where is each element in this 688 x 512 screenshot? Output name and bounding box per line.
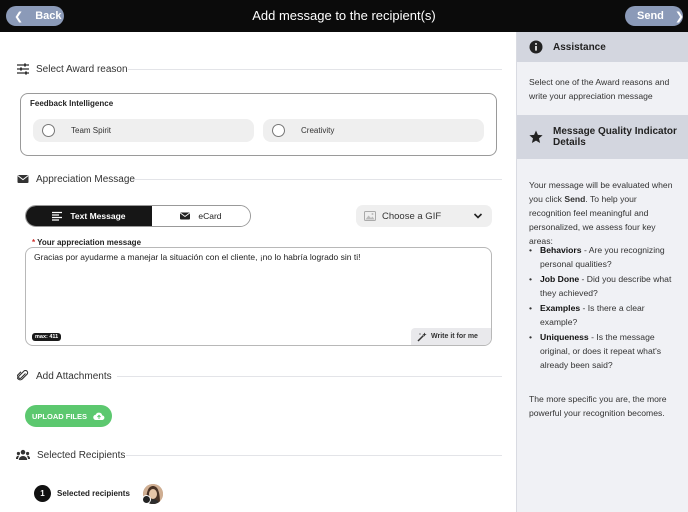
page-title: Add message to the recipient(s)	[252, 8, 436, 23]
assistance-header: Assistance	[517, 32, 688, 62]
image-icon	[364, 211, 376, 221]
upload-files-button[interactable]: UPLOAD FILES	[25, 405, 112, 427]
assistance-text: Select one of the Award reasons and writ…	[529, 77, 670, 101]
gif-dropdown[interactable]: Choose a GIF	[356, 205, 492, 227]
magic-wand-icon	[417, 332, 427, 342]
radio-button[interactable]	[272, 124, 285, 137]
quality-intro: Your message will be evaluated when you …	[529, 178, 681, 248]
quality-header: Message Quality Indicator Details	[517, 115, 688, 159]
text-align-icon	[52, 211, 63, 221]
list-item: Examples - Is there a clear example?	[529, 301, 681, 329]
gif-dropdown-placeholder: Choose a GIF	[382, 210, 442, 222]
assistance-title: Assistance	[553, 41, 606, 53]
users-icon	[16, 449, 30, 460]
recipients-count-badge: 1	[34, 485, 51, 502]
appreciation-title: Appreciation Message	[36, 173, 135, 185]
write-it-for-me-button[interactable]: Write it for me	[411, 328, 491, 345]
info-icon	[529, 40, 543, 54]
recipients-section-header: Selected Recipients	[16, 449, 125, 461]
avatar-status-badge	[142, 495, 151, 504]
quality-intro-send: Send	[564, 194, 586, 204]
tab-label: eCard	[198, 211, 222, 221]
tab-text-message[interactable]: Text Message	[26, 206, 152, 226]
max-length-badge: max: 411	[32, 333, 62, 341]
award-reason-section-header: Select Award reason	[17, 63, 128, 75]
reason-option-label: Team Spirit	[71, 126, 112, 135]
message-field-label-text: Your appreciation message	[37, 238, 142, 247]
reason-option-team-spirit[interactable]: Team Spirit	[33, 119, 254, 142]
envelope-icon	[17, 175, 29, 183]
tab-ecard[interactable]: eCard	[151, 206, 250, 226]
list-item: Job Done - Did you describe what they ac…	[529, 272, 681, 300]
divider	[133, 179, 502, 180]
message-textarea-value[interactable]: Gracias por ayudarme a manejar la situac…	[34, 252, 484, 262]
criteria-term: Job Done	[540, 274, 580, 284]
list-item: Behaviors - Are you recognizing personal…	[529, 243, 681, 271]
star-icon	[529, 130, 543, 143]
sliders-icon	[17, 63, 29, 75]
required-marker: *	[32, 238, 36, 247]
attachments-section-header: Add Attachments	[17, 370, 112, 382]
divider	[117, 376, 502, 377]
chevron-right-icon: ❯	[674, 10, 685, 23]
quality-title: Message Quality Indicator Details	[553, 126, 677, 148]
recipients-title: Selected Recipients	[37, 449, 126, 461]
divider	[126, 455, 502, 456]
selected-recipients-label: Selected recipients	[57, 489, 130, 498]
message-field-label: * Your appreciation message	[32, 238, 141, 247]
attachments-title: Add Attachments	[36, 370, 112, 382]
paperclip-icon	[17, 370, 29, 381]
criteria-term: Examples	[540, 303, 581, 313]
list-item: Uniqueness - Is the message original, or…	[529, 330, 681, 372]
write-it-for-me-label: Write it for me	[431, 333, 478, 340]
quality-criteria-list: Behaviors - Are you recognizing personal…	[529, 243, 681, 373]
send-button-label: Send	[637, 10, 664, 22]
upload-files-label: UPLOAD FILES	[31, 411, 87, 421]
send-button[interactable]: Send ❯	[625, 6, 685, 26]
top-bar: ❮ Back Add message to the recipient(s) S…	[0, 0, 688, 32]
reason-option-label: Creativity	[301, 126, 335, 135]
assistance-panel: Assistance Select one of the Award reaso…	[516, 32, 688, 512]
message-type-toggle: Text Message eCard	[25, 205, 251, 227]
quality-footer: The more specific you are, the more powe…	[529, 394, 667, 418]
envelope-icon	[180, 212, 191, 220]
tab-label: Text Message	[70, 211, 126, 221]
chevron-down-icon	[473, 213, 483, 219]
award-reason-title: Select Award reason	[36, 63, 128, 75]
appreciation-section-header: Appreciation Message	[17, 173, 135, 185]
criteria-term: Uniqueness	[540, 332, 589, 342]
cloud-upload-icon	[93, 412, 105, 421]
radio-button[interactable]	[42, 124, 55, 137]
divider	[128, 69, 502, 70]
feedback-intelligence-label: Feedback Intelligence	[30, 99, 114, 108]
reason-option-creativity[interactable]: Creativity	[263, 119, 484, 142]
criteria-term: Behaviors	[540, 245, 582, 255]
